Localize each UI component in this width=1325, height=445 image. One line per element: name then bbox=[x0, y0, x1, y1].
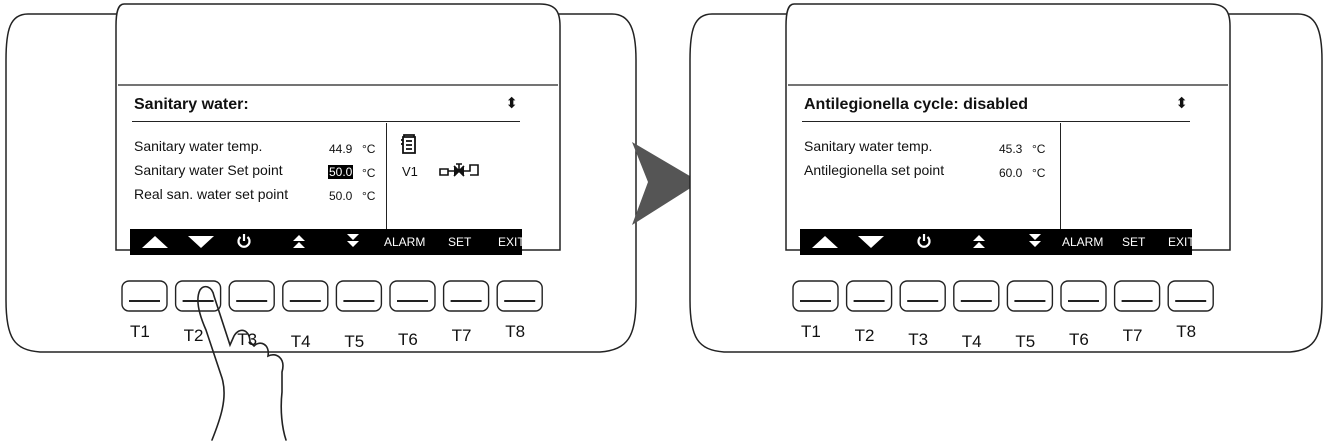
left-button-t3[interactable] bbox=[228, 280, 275, 312]
right-button-t7[interactable] bbox=[1113, 280, 1161, 312]
page-down-icon bbox=[347, 234, 359, 247]
exit-softkey: EXIT bbox=[498, 235, 525, 249]
button-label-t8: T8 bbox=[1176, 322, 1197, 341]
row-sanitary-temp-unit: °C bbox=[1032, 142, 1046, 156]
set-softkey: SET bbox=[448, 235, 472, 249]
power-icon bbox=[237, 234, 251, 248]
row-setpoint-label: Sanitary water Set point bbox=[134, 162, 283, 178]
up-arrow-icon bbox=[812, 236, 838, 248]
row-antilegionella-unit: °C bbox=[1032, 166, 1046, 180]
button-label-t6: T6 bbox=[398, 330, 418, 349]
softkey-bar: ALARM SET EXIT bbox=[800, 229, 1195, 255]
row-real-setpoint-value: 50.0 bbox=[329, 189, 353, 203]
right-button-t6[interactable] bbox=[1060, 280, 1107, 312]
scroll-updown-icon: ⬍ bbox=[505, 95, 518, 112]
right-button-t5[interactable] bbox=[1006, 280, 1054, 312]
row-sanitary-temp-unit: °C bbox=[362, 142, 376, 156]
power-icon bbox=[917, 234, 931, 248]
right-screen-title: Antilegionella cycle: disabled bbox=[804, 96, 1029, 113]
softkey-bar: ALARM SET EXIT bbox=[130, 229, 525, 255]
right-button-t8[interactable] bbox=[1167, 280, 1214, 312]
left-lcd-screen: Sanitary water: ⬍ Sanitary water temp. 4… bbox=[126, 92, 526, 255]
title-rule bbox=[802, 121, 1190, 122]
button-label-t7: T7 bbox=[1122, 326, 1143, 345]
right-button-t2[interactable] bbox=[845, 280, 893, 312]
button-label-t4: T4 bbox=[290, 332, 311, 351]
boiler-icon bbox=[401, 134, 416, 154]
down-arrow-icon bbox=[188, 236, 214, 248]
row-antilegionella-value: 60.0 bbox=[999, 166, 1023, 180]
button-label-t2: T2 bbox=[854, 326, 875, 345]
row-sanitary-temp-label: Sanitary water temp. bbox=[804, 138, 933, 154]
row-real-setpoint-label: Real san. water set point bbox=[134, 186, 289, 202]
setpoint-value-field[interactable]: 50.0 bbox=[328, 165, 354, 179]
left-button-t7[interactable] bbox=[442, 280, 490, 312]
left-button-t4[interactable] bbox=[282, 280, 329, 312]
button-label-t7: T7 bbox=[451, 326, 472, 345]
setpoint-value[interactable]: 50.0 bbox=[328, 165, 354, 179]
row-antilegionella-label: Antilegionella set point bbox=[804, 162, 945, 178]
valve-icon bbox=[439, 163, 479, 177]
button-label-t1: T1 bbox=[130, 322, 150, 341]
row-sanitary-temp-value: 45.3 bbox=[999, 142, 1023, 156]
title-rule bbox=[132, 121, 520, 122]
up-arrow-icon bbox=[142, 236, 168, 248]
right-lcd-screen: Antilegionella cycle: disabled ⬍ Sanitar… bbox=[796, 92, 1196, 255]
button-label-t6: T6 bbox=[1069, 330, 1089, 349]
button-label-t2: T2 bbox=[183, 326, 204, 345]
alarm-softkey: ALARM bbox=[384, 235, 426, 249]
button-label-t1: T1 bbox=[801, 322, 821, 341]
page-down-icon bbox=[1029, 234, 1041, 247]
column-divider bbox=[1060, 123, 1061, 237]
row-real-setpoint-unit: °C bbox=[362, 189, 376, 203]
button-label-t4: T4 bbox=[961, 332, 982, 351]
left-button-t5[interactable] bbox=[335, 280, 383, 312]
alarm-softkey: ALARM bbox=[1062, 235, 1104, 249]
row-setpoint-unit: °C bbox=[362, 166, 376, 180]
left-screen-title: Sanitary water: bbox=[134, 96, 249, 113]
scroll-updown-icon: ⬍ bbox=[1175, 95, 1188, 112]
right-button-t3[interactable] bbox=[899, 280, 946, 312]
left-button-t6[interactable] bbox=[389, 280, 436, 312]
page-up-icon bbox=[973, 235, 985, 248]
exit-softkey: EXIT bbox=[1168, 235, 1195, 249]
set-softkey: SET bbox=[1122, 235, 1146, 249]
down-arrow-icon bbox=[858, 236, 884, 248]
button-label-t3: T3 bbox=[908, 330, 929, 349]
right-button-t4[interactable] bbox=[953, 280, 1000, 312]
column-divider bbox=[386, 123, 387, 237]
right-button-t1[interactable] bbox=[792, 280, 839, 312]
v1-label: V1 bbox=[402, 164, 418, 179]
button-label-t5: T5 bbox=[1015, 332, 1036, 351]
row-sanitary-temp-label: Sanitary water temp. bbox=[134, 138, 263, 154]
button-label-t5: T5 bbox=[344, 332, 365, 351]
left-button-t1[interactable] bbox=[121, 280, 168, 312]
button-label-t3: T3 bbox=[237, 330, 258, 349]
left-button-t8[interactable] bbox=[496, 280, 543, 312]
page-up-icon bbox=[293, 235, 305, 248]
button-label-t8: T8 bbox=[505, 322, 526, 341]
row-sanitary-temp-value: 44.9 bbox=[329, 142, 353, 156]
